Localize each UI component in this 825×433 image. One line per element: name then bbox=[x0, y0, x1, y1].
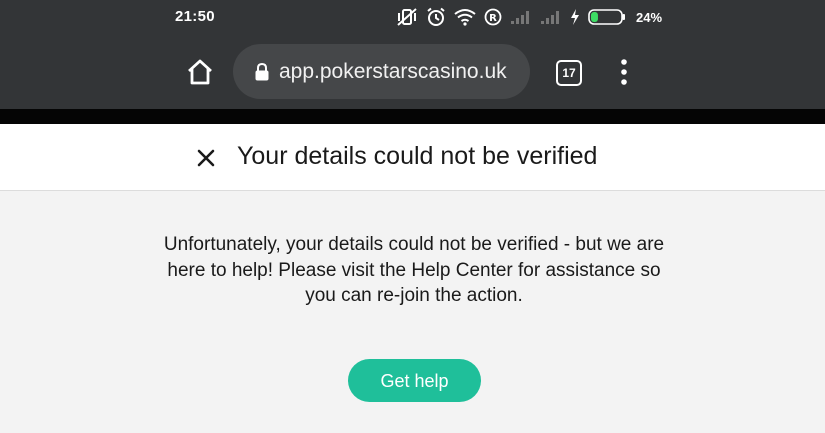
dialog-body: Unfortunately, your details could not be… bbox=[0, 191, 825, 433]
alarm-icon bbox=[427, 7, 445, 26]
battery-icon bbox=[588, 9, 625, 25]
dialog-header: Your details could not be verified bbox=[0, 124, 825, 191]
lock-icon bbox=[255, 62, 269, 80]
tab-count: 17 bbox=[562, 66, 576, 80]
status-icons: R 24% bbox=[396, 6, 662, 28]
home-button[interactable] bbox=[184, 56, 216, 88]
battery-percent: 24% bbox=[636, 9, 663, 25]
close-button[interactable] bbox=[196, 148, 216, 168]
signal-icon bbox=[541, 11, 559, 24]
home-icon bbox=[188, 59, 212, 85]
more-vert-icon bbox=[621, 59, 627, 85]
get-help-button[interactable]: Get help bbox=[348, 359, 481, 402]
wifi-icon bbox=[454, 9, 476, 26]
status-bar: 21:50 R 24% bbox=[0, 0, 825, 34]
charging-icon bbox=[571, 9, 579, 25]
tabs-button[interactable]: 17 bbox=[556, 60, 582, 86]
browser-toolbar: app.pokerstarscasino.uk 17 bbox=[0, 34, 825, 109]
close-icon bbox=[197, 149, 215, 167]
address-bar[interactable]: app.pokerstarscasino.uk bbox=[233, 44, 530, 99]
signal-icon bbox=[511, 11, 529, 24]
page-top-strip bbox=[0, 109, 825, 124]
dialog-message: Unfortunately, your details could not be… bbox=[163, 234, 665, 306]
more-menu-button[interactable] bbox=[612, 58, 636, 86]
url-text: app.pokerstarscasino.uk bbox=[279, 59, 507, 83]
dialog-title: Your details could not be verified bbox=[237, 142, 598, 170]
vibrate-off-icon bbox=[397, 8, 417, 26]
status-time: 21:50 bbox=[175, 8, 215, 25]
registered-icon: R bbox=[484, 8, 502, 26]
svg-text:R: R bbox=[489, 13, 497, 24]
